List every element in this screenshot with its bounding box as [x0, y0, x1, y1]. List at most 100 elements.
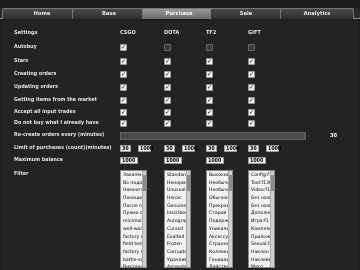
filter-list-item[interactable]: Sexual:Co	[250, 241, 271, 249]
filter-list-item[interactable]: Cursed	[166, 226, 187, 234]
filter-list-item[interactable]: Удачливы	[166, 257, 187, 265]
tab-purchase[interactable]: Purchase	[142, 8, 216, 19]
updating-orders-tf2-checkbox[interactable]: ✓	[206, 84, 213, 91]
filter-list-item[interactable]: Мясо	[250, 264, 271, 267]
accept-all-input-trades-dota-checkbox[interactable]: ✓	[164, 109, 171, 116]
filter-list-dota[interactable]: StandardНенормалUnusualHeroicGenuineInsc…	[164, 170, 191, 268]
recreate-orders-slider[interactable]	[120, 132, 306, 140]
filter-list-item[interactable]: Tool:f1362	[250, 180, 271, 188]
filter-list-item[interactable]: После пол	[122, 203, 143, 211]
filter-list-item[interactable]: Необычна	[208, 180, 229, 188]
filter-list-item[interactable]: Ascendant	[166, 264, 187, 267]
filter-list-item[interactable]: Inscribed	[166, 210, 187, 218]
filter-list-item[interactable]: Обычное	[208, 195, 229, 203]
accept-all-input-trades-tf2-checkbox[interactable]: ✓	[206, 109, 213, 116]
limit-tf2-count[interactable]: 30	[206, 145, 217, 152]
filter-list-item[interactable]: Уникальн	[208, 226, 229, 234]
updating-orders-csgo-checkbox[interactable]: ✓	[120, 84, 127, 91]
filter-list-item[interactable]: Подержан	[208, 218, 229, 226]
filter-list-item[interactable]: factory new	[122, 249, 143, 257]
creating-orders-dota-checkbox[interactable]: ✓	[164, 71, 171, 78]
getting-items-from-the-market-dota-checkbox[interactable]: ✓	[164, 97, 171, 104]
filter-list-item[interactable]: well-worn	[122, 226, 143, 234]
limit-csgo-count[interactable]: 30	[120, 145, 131, 152]
creating-orders-tf2-checkbox[interactable]: ✓	[206, 71, 213, 78]
autobuy-gift-checkbox[interactable]	[248, 44, 255, 51]
max-balance-tf2[interactable]: 1000	[206, 157, 224, 164]
limit-gift-minutes[interactable]: 1000	[266, 145, 281, 152]
filter-list-item[interactable]: Без назна	[250, 203, 271, 211]
filter-list-scrollbar[interactable]	[228, 171, 232, 267]
do-not-buy-what-i-already-have-gift-checkbox[interactable]: ✓	[248, 120, 255, 127]
filter-list-item[interactable]: Во подав	[122, 180, 143, 188]
filter-list-item[interactable]: Закаленн	[122, 172, 143, 180]
filter-list-item[interactable]: Старой за	[208, 210, 229, 218]
scrollbar-thumb[interactable]	[229, 175, 232, 191]
filter-list-item[interactable]: Standard	[166, 172, 187, 180]
max-balance-gift[interactable]: 1000	[248, 157, 266, 164]
filter-list-item[interactable]: Действим	[208, 264, 229, 267]
stars-dota-checkbox[interactable]: ✓	[164, 58, 171, 65]
filter-list-item[interactable]: Без назна	[250, 195, 271, 203]
filter-list-item[interactable]: Необычно	[208, 187, 229, 195]
scrollbar-thumb[interactable]	[271, 175, 274, 191]
filter-list-item[interactable]: Прямо с з	[122, 210, 143, 218]
stars-gift-checkbox[interactable]: ✓	[248, 58, 255, 65]
updating-orders-gift-checkbox[interactable]: ✓	[248, 84, 255, 91]
filter-list-item[interactable]: field tested	[122, 241, 143, 249]
updating-orders-dota-checkbox[interactable]: ✓	[164, 84, 171, 91]
filter-list-item[interactable]: factory new	[122, 234, 143, 242]
tab-sale[interactable]: Sale	[210, 8, 282, 19]
filter-list-item[interactable]: Unusual	[166, 187, 187, 195]
do-not-buy-what-i-already-have-csgo-checkbox[interactable]: ✓	[120, 120, 127, 127]
filter-list-item[interactable]: minimal we	[122, 218, 143, 226]
do-not-buy-what-i-already-have-dota-checkbox[interactable]: ✓	[164, 120, 171, 127]
getting-items-from-the-market-gift-checkbox[interactable]: ✓	[248, 97, 255, 104]
filter-list-item[interactable]: Corrupted	[166, 249, 187, 257]
creating-orders-csgo-checkbox[interactable]: ✓	[120, 71, 127, 78]
filter-list-item[interactable]: Немного п	[122, 187, 143, 195]
stars-tf2-checkbox[interactable]: ✓	[206, 58, 213, 65]
filter-list-item[interactable]: battle-scar	[122, 257, 143, 265]
getting-items-from-the-market-csgo-checkbox[interactable]: ✓	[120, 97, 127, 104]
filter-list-scrollbar[interactable]	[142, 171, 146, 267]
accept-all-input-trades-csgo-checkbox[interactable]: ✓	[120, 109, 127, 116]
getting-items-from-the-market-tf2-checkbox[interactable]: ✓	[206, 97, 213, 104]
limit-dota-minutes[interactable]: 1000	[182, 145, 197, 152]
filter-list-item[interactable]: Ненормал	[166, 180, 187, 188]
tab-analytics[interactable]: Analytics	[280, 8, 354, 19]
autobuy-dota-checkbox[interactable]	[164, 44, 171, 51]
stars-csgo-checkbox[interactable]: ✓	[120, 58, 127, 65]
filter-list-item[interactable]: Frozen	[166, 241, 187, 249]
filter-list-item[interactable]: Наклейк	[250, 257, 271, 265]
filter-list-item[interactable]: Genuine	[166, 203, 187, 211]
filter-list-item[interactable]: Комплект:	[250, 226, 271, 234]
filter-list-gift[interactable]: Config:f1:5Tool:f1362Video:f130Без назна…	[248, 170, 275, 268]
filter-list-item[interactable]: Autograph	[166, 218, 187, 226]
filter-list-item[interactable]: Наклон	[250, 249, 271, 257]
limit-gift-count[interactable]: 30	[248, 145, 259, 152]
tab-base[interactable]: Base	[72, 8, 146, 19]
filter-list-tf2[interactable]: Высокий чНеобычнаНеобычноОбычноеПрекрасн…	[206, 170, 233, 268]
creating-orders-gift-checkbox[interactable]: ✓	[248, 71, 255, 78]
filter-list-item[interactable]: Дополне	[250, 210, 271, 218]
limit-csgo-minutes[interactable]: 1000	[138, 145, 153, 152]
filter-list-item[interactable]: Config:f1:5	[250, 172, 271, 180]
max-balance-csgo[interactable]: 1000	[120, 157, 138, 164]
filter-list-item[interactable]: Аксессуар	[208, 234, 229, 242]
max-balance-dota[interactable]: 1000	[164, 157, 182, 164]
autobuy-tf2-checkbox[interactable]	[206, 44, 213, 51]
filter-list-item[interactable]: Виктония	[122, 264, 143, 267]
tab-home[interactable]: Home	[2, 8, 82, 19]
filter-list-item[interactable]: Коллекцио	[208, 249, 229, 257]
limit-dota-count[interactable]: 30	[164, 145, 175, 152]
filter-list-item[interactable]: Гениальн	[208, 257, 229, 265]
filter-list-item[interactable]: Heroic	[166, 195, 187, 203]
filter-list-item[interactable]: Exalted	[166, 234, 187, 242]
filter-list-item[interactable]: Высокий ч	[208, 172, 229, 180]
filter-list-scrollbar[interactable]	[270, 171, 274, 267]
filter-list-item[interactable]: Video:f130	[250, 187, 271, 195]
limit-tf2-minutes[interactable]: 1000	[224, 145, 239, 152]
filter-list-item[interactable]: Поношенн	[122, 195, 143, 203]
accept-all-input-trades-gift-checkbox[interactable]: ✓	[248, 109, 255, 116]
